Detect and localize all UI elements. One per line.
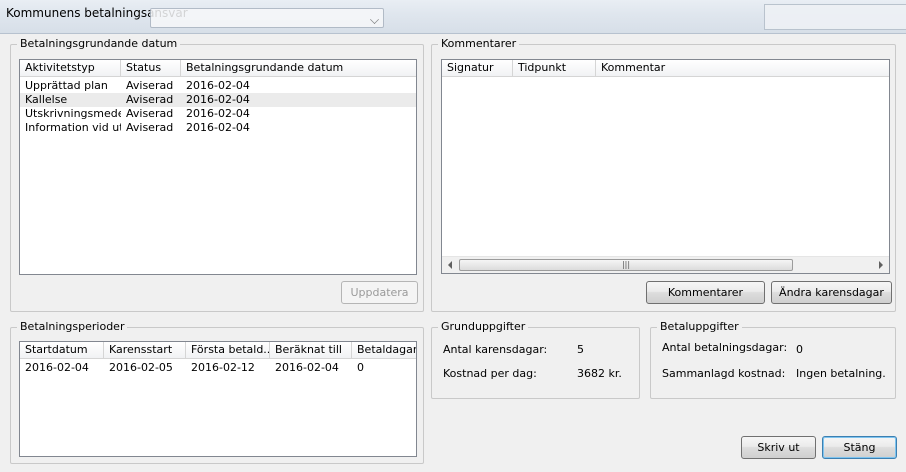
kommentarer-list-header: Signatur Tidpunkt Kommentar bbox=[442, 60, 889, 77]
column-header-betaldagar[interactable]: Betaldagar bbox=[352, 342, 416, 359]
table-row[interactable]: Kallelse Aviserad 2016-02-04 bbox=[20, 93, 416, 107]
cell-datum: 2016-02-04 bbox=[186, 79, 250, 92]
skriv-ut-button[interactable]: Skriv ut bbox=[741, 436, 816, 459]
table-row[interactable]: Upprättad plan Aviserad 2016-02-04 bbox=[20, 79, 416, 93]
cell-status: Aviserad bbox=[126, 93, 174, 106]
grunduppgifter-legend: Grunduppgifter bbox=[438, 320, 529, 334]
kommentarer-horizontal-scrollbar[interactable]: ||| bbox=[442, 256, 889, 273]
kommentarer-group: Kommentarer Signatur Tidpunkt Kommentar … bbox=[431, 37, 896, 312]
window-titlebar: Kommunens betalningsansvar bbox=[0, 0, 906, 34]
column-header-aktivitetstyp[interactable]: Aktivitetstyp bbox=[20, 60, 121, 77]
cell-aktivitetstyp: Upprättad plan bbox=[25, 79, 108, 92]
cell-forsta-betaldag: 2016-02-12 bbox=[191, 361, 255, 374]
betalningsperioder-group: Betalningsperioder Startdatum Karensstar… bbox=[10, 320, 424, 464]
cell-datum: 2016-02-04 bbox=[186, 121, 250, 134]
column-header-kommentar[interactable]: Kommentar bbox=[596, 60, 889, 77]
table-row[interactable]: 2016-02-04 2016-02-05 2016-02-12 2016-02… bbox=[20, 361, 416, 375]
antal-betalningsdagar-value: 0 bbox=[796, 343, 803, 356]
betalningsperioder-list[interactable]: Startdatum Karensstart Första betald... … bbox=[19, 341, 417, 457]
sammanlagd-kostnad-label: Sammanlagd kostnad: bbox=[662, 367, 786, 380]
cell-betaldagar: 0 bbox=[357, 361, 364, 374]
cell-datum: 2016-02-04 bbox=[186, 107, 250, 120]
kommentarer-button[interactable]: Kommentarer bbox=[646, 281, 765, 304]
antal-karensdagar-value: 5 bbox=[577, 343, 584, 356]
grunduppgifter-group: Grunduppgifter Antal karensdagar: 5 Kost… bbox=[431, 320, 640, 399]
cell-aktivitetstyp: Kallelse bbox=[25, 93, 68, 106]
scroll-left-arrow-icon[interactable] bbox=[448, 261, 452, 269]
column-header-tidpunkt[interactable]: Tidpunkt bbox=[513, 60, 596, 77]
cell-startdatum: 2016-02-04 bbox=[25, 361, 89, 374]
cell-karensstart: 2016-02-05 bbox=[109, 361, 173, 374]
betalningsgrundande-group: Betalningsgrundande datum Aktivitetstyp … bbox=[10, 37, 424, 312]
betalningsgrundande-list[interactable]: Aktivitetstyp Status Betalningsgrundande… bbox=[19, 59, 417, 275]
andra-karensdagar-button[interactable]: Ändra karensdagar bbox=[771, 281, 892, 304]
column-header-status[interactable]: Status bbox=[121, 60, 181, 77]
cell-status: Aviserad bbox=[126, 79, 174, 92]
antal-karensdagar-label: Antal karensdagar: bbox=[443, 343, 548, 356]
cell-datum: 2016-02-04 bbox=[186, 93, 250, 106]
kostnad-per-dag-label: Kostnad per dag: bbox=[443, 367, 537, 380]
table-row[interactable]: Utskrivningsmede... Aviserad 2016-02-04 bbox=[20, 107, 416, 121]
sammanlagd-kostnad-value: Ingen betalning. bbox=[796, 367, 886, 380]
betalningsperioder-legend: Betalningsperioder bbox=[17, 320, 128, 334]
column-header-startdatum[interactable]: Startdatum bbox=[20, 342, 104, 359]
kommentarer-legend: Kommentarer bbox=[438, 37, 520, 51]
background-window-fragment-right bbox=[764, 4, 906, 30]
betalningsgrundande-list-header: Aktivitetstyp Status Betalningsgrundande… bbox=[20, 60, 416, 77]
scroll-right-arrow-icon[interactable] bbox=[879, 261, 883, 269]
column-header-signatur[interactable]: Signatur bbox=[442, 60, 513, 77]
column-header-forsta-betaldag[interactable]: Första betald... bbox=[186, 342, 270, 359]
kommentarer-list[interactable]: Signatur Tidpunkt Kommentar ||| bbox=[441, 59, 890, 274]
cell-aktivitetstyp: Utskrivningsmede... bbox=[25, 107, 121, 120]
betaluppgifter-legend: Betaluppgifter bbox=[657, 320, 742, 334]
cell-aktivitetstyp: Information vid ut... bbox=[25, 121, 121, 134]
stang-button[interactable]: Stäng bbox=[822, 436, 897, 459]
column-header-karensstart[interactable]: Karensstart bbox=[104, 342, 186, 359]
scroll-thumb[interactable]: ||| bbox=[459, 259, 793, 271]
kostnad-per-dag-value: 3682 kr. bbox=[577, 367, 622, 380]
cell-status: Aviserad bbox=[126, 107, 174, 120]
column-header-beraknat-till[interactable]: Beräknat till bbox=[270, 342, 352, 359]
table-row[interactable]: Information vid ut... Aviserad 2016-02-0… bbox=[20, 121, 416, 135]
cell-status: Aviserad bbox=[126, 121, 174, 134]
column-header-betalningsgrundande-datum[interactable]: Betalningsgrundande datum bbox=[181, 60, 416, 77]
background-window-fragment bbox=[150, 8, 384, 28]
cell-beraknat-till: 2016-02-04 bbox=[275, 361, 339, 374]
betalningsperioder-list-header: Startdatum Karensstart Första betald... … bbox=[20, 342, 416, 359]
uppdatera-button[interactable]: Uppdatera bbox=[341, 281, 418, 304]
antal-betalningsdagar-label: Antal betalningsdagar: bbox=[662, 341, 788, 354]
betalningsgrundande-legend: Betalningsgrundande datum bbox=[17, 37, 181, 51]
betaluppgifter-group: Betaluppgifter Antal betalningsdagar: 0 … bbox=[650, 320, 896, 399]
